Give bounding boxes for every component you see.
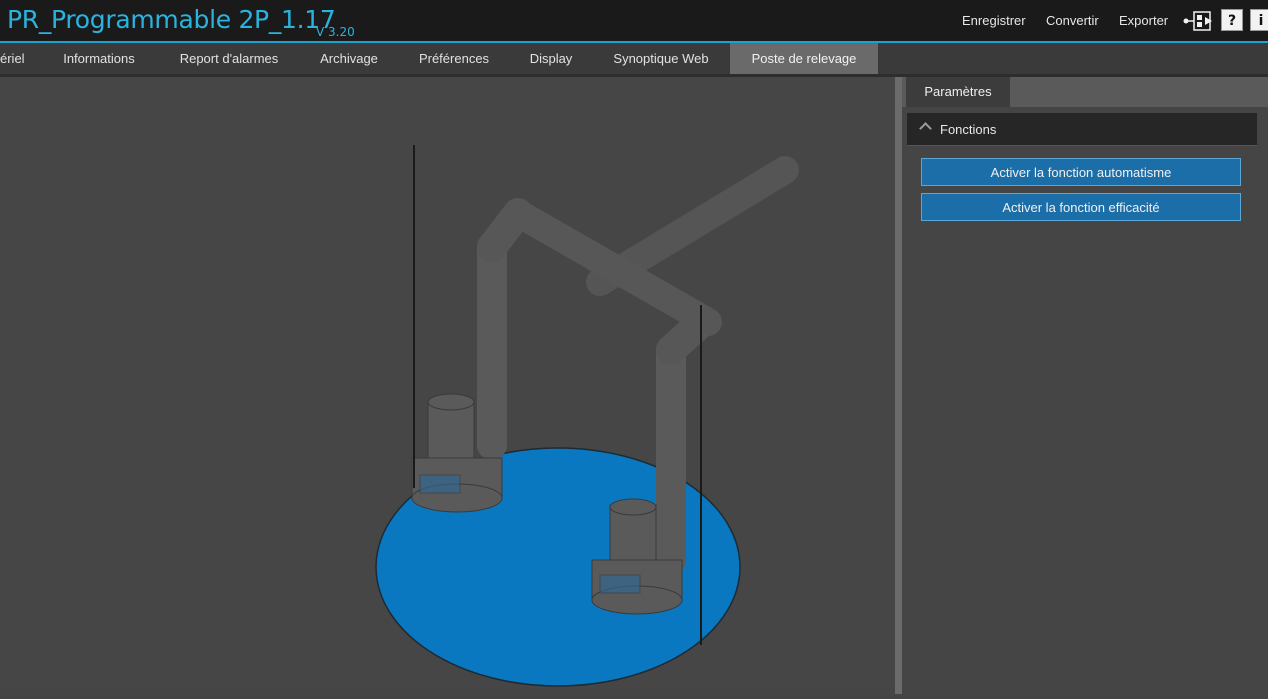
activate-automation-button[interactable]: Activer la fonction automatisme	[921, 158, 1241, 186]
help-icon[interactable]: ?	[1221, 9, 1243, 31]
panel-tabstrip: Paramètres	[902, 77, 1268, 107]
panel-splitter[interactable]	[895, 77, 902, 694]
tab-poste-relevage[interactable]: Poste de relevage	[730, 43, 878, 74]
tab-preferences[interactable]: Préférences	[398, 43, 510, 74]
export-button[interactable]: Exporter	[1119, 13, 1168, 28]
section-label: Fonctions	[940, 122, 997, 137]
save-button[interactable]: Enregistrer	[962, 13, 1026, 28]
pump-station-viewport[interactable]	[0, 77, 895, 694]
tab-parametres[interactable]: Paramètres	[906, 77, 1010, 107]
tab-informations[interactable]: Informations	[42, 43, 156, 74]
main-tabs: ériel Informations Report d'alarmes Arch…	[0, 43, 1268, 74]
pump-station-scene	[375, 145, 799, 687]
parameters-panel: Paramètres Fonctions Activer la fonction…	[902, 77, 1268, 694]
network-icon[interactable]	[1183, 8, 1215, 34]
chevron-up-icon	[919, 122, 932, 135]
tab-display[interactable]: Display	[510, 43, 592, 74]
convert-button[interactable]: Convertir	[1046, 13, 1099, 28]
tab-materiel[interactable]: ériel	[0, 43, 40, 74]
app-title: PR_Programmable 2P_1.17	[7, 5, 336, 34]
activate-efficiency-button[interactable]: Activer la fonction efficacité	[921, 193, 1241, 221]
info-icon[interactable]: i	[1250, 9, 1268, 31]
tab-archivage[interactable]: Archivage	[300, 43, 398, 74]
fonctions-section-header[interactable]: Fonctions	[907, 113, 1257, 146]
tab-report-alarmes[interactable]: Report d'alarmes	[158, 43, 300, 74]
app-version: V 3.20	[316, 25, 355, 39]
tab-synoptique-web[interactable]: Synoptique Web	[592, 43, 730, 74]
title-bar: PR_Programmable 2P_1.17 V 3.20 Enregistr…	[0, 0, 1268, 41]
